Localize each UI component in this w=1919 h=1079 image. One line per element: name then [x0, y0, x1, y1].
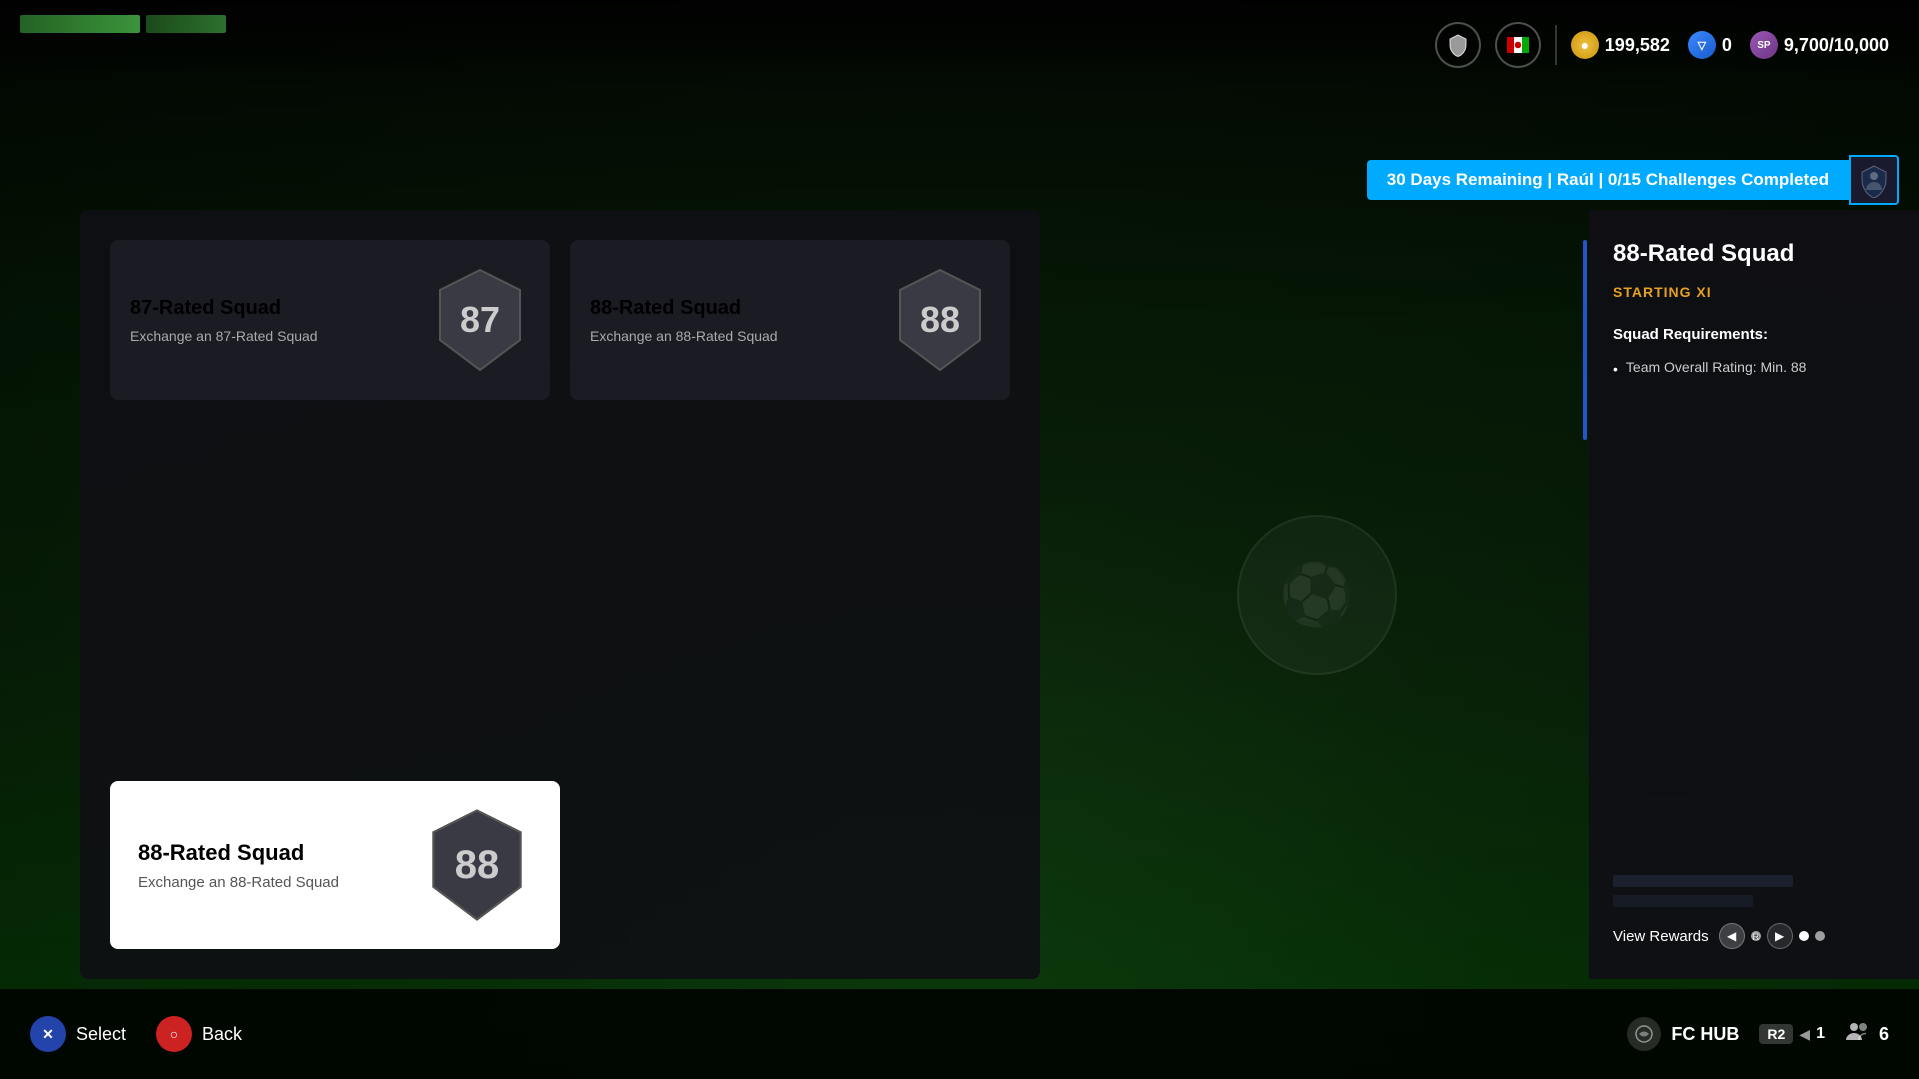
users-count: 6 [1845, 1020, 1889, 1048]
bottom-right: FC HUB R2 ◀ 1 6 [1627, 1017, 1889, 1051]
req-text-0: Team Overall Rating: Min. 88 [1626, 359, 1807, 375]
bottom-controls: ✕ Select ○ Back [30, 1016, 242, 1052]
selected-squad-info: 88-Rated Squad Exchange an 88-Rated Squa… [138, 840, 339, 891]
r2-nav-left: ◀ [1799, 1026, 1810, 1043]
green-bar-2 [146, 15, 226, 33]
nav-dot-1 [1799, 931, 1809, 941]
back-label: Back [202, 1024, 242, 1045]
currency-divider [1555, 25, 1557, 65]
sp-value: 9,700/10,000 [1784, 35, 1889, 56]
users-icon [1845, 1020, 1871, 1048]
selected-squad-subtitle: Exchange an 88-Rated Squad [138, 874, 339, 891]
points-currency: ▽ 0 [1688, 31, 1732, 59]
challenge-avatar [1849, 155, 1899, 205]
top-bar-left [20, 15, 226, 33]
bottom-bar: ✕ Select ○ Back FC HUB R2 ◀ 1 [0, 989, 1919, 1079]
rating-badge-selected: 88 [422, 805, 532, 925]
shield-icon-btn[interactable] [1435, 22, 1481, 68]
req-bullet: • [1613, 361, 1618, 377]
detail-req-item-0: • Team Overall Rating: Min. 88 [1613, 359, 1895, 377]
sp-icon: SP [1750, 31, 1778, 59]
detail-spacer [1613, 393, 1895, 859]
coins-currency: ● 199,582 [1571, 31, 1670, 59]
squad-card-88-top-title: 88-Rated Squad [590, 297, 778, 320]
rating-badge-88-top: 88 [890, 265, 990, 375]
scrollbar-thumb [1583, 240, 1587, 440]
select-label: Select [76, 1024, 126, 1045]
squad-card-87[interactable]: 87-Rated Squad Exchange an 87-Rated Squa… [110, 240, 550, 400]
squad-card-87-info: 87-Rated Squad Exchange an 87-Rated Squa… [130, 297, 318, 344]
back-btn[interactable]: ○ Back [156, 1016, 242, 1052]
selected-squad-card[interactable]: 88-Rated Squad Exchange an 88-Rated Squa… [110, 781, 560, 949]
o-button-icon: ○ [156, 1016, 192, 1052]
sp-currency: SP 9,700/10,000 [1750, 31, 1889, 59]
fc-hub-icon [1627, 1017, 1661, 1051]
detail-panel: 88-Rated Squad STARTING XI Squad Require… [1589, 210, 1919, 979]
r-label: R [1751, 931, 1761, 941]
detail-panel-subtitle: STARTING XI [1613, 284, 1895, 300]
points-value: 0 [1722, 35, 1732, 56]
view-rewards-text: View Rewards [1613, 928, 1709, 945]
users-count-value: 6 [1879, 1024, 1889, 1045]
challenge-banner: 30 Days Remaining | Raúl | 0/15 Challeng… [1367, 155, 1899, 205]
rating-number-88-top: 88 [920, 299, 960, 341]
cards-grid: 87-Rated Squad Exchange an 87-Rated Squa… [110, 240, 1010, 400]
flag-icon-btn[interactable] [1495, 22, 1541, 68]
top-bar-right: ● 199,582 ▽ 0 SP 9,700/10,000 [1435, 22, 1889, 68]
panel-scrollbar [1581, 210, 1589, 979]
fc-hub-label: FC HUB [1671, 1024, 1739, 1045]
watermark-circle: ⚽ [1237, 515, 1397, 675]
rating-badge-87: 87 [430, 265, 530, 375]
coins-value: 199,582 [1605, 35, 1670, 56]
squad-card-88-top-info: 88-Rated Squad Exchange an 88-Rated Squa… [590, 297, 778, 344]
squad-card-87-title: 87-Rated Squad [130, 297, 318, 320]
r2-label: R2 [1759, 1024, 1793, 1044]
select-btn[interactable]: ✕ Select [30, 1016, 126, 1052]
detail-panel-title: 88-Rated Squad [1613, 240, 1895, 268]
challenge-text: 30 Days Remaining | Raúl | 0/15 Challeng… [1367, 160, 1849, 200]
squad-card-87-subtitle: Exchange an 87-Rated Squad [130, 328, 318, 344]
fc-hub[interactable]: FC HUB [1627, 1017, 1739, 1051]
squad-card-88-top[interactable]: 88-Rated Squad Exchange an 88-Rated Squa… [570, 240, 1010, 400]
rating-number-87: 87 [460, 299, 500, 341]
v-icon: ▽ [1688, 31, 1716, 59]
view-rewards[interactable]: View Rewards ◀ R ▶ [1613, 923, 1895, 949]
main-panel: 87-Rated Squad Exchange an 87-Rated Squa… [80, 210, 1040, 979]
top-bar: ● 199,582 ▽ 0 SP 9,700/10,000 [0, 0, 1919, 90]
reward-nav-right[interactable]: ▶ [1767, 923, 1793, 949]
green-bar-1 [20, 15, 140, 33]
detail-section-title: Squad Requirements: [1613, 326, 1895, 343]
r2-count: 1 [1816, 1025, 1825, 1043]
selected-squad-title: 88-Rated Squad [138, 840, 339, 866]
currency-group: ● 199,582 ▽ 0 SP 9,700/10,000 [1571, 31, 1889, 59]
coin-icon: ● [1571, 31, 1599, 59]
r2-btn[interactable]: R2 ◀ 1 [1759, 1024, 1825, 1044]
squad-card-88-top-subtitle: Exchange an 88-Rated Squad [590, 328, 778, 344]
selected-card-row: 88-Rated Squad Exchange an 88-Rated Squa… [110, 781, 1010, 949]
detail-extra-info [1613, 875, 1895, 907]
reward-nav: ◀ R ▶ [1719, 923, 1825, 949]
nav-dot-2 [1815, 931, 1825, 941]
reward-nav-left[interactable]: ◀ [1719, 923, 1745, 949]
watermark-area: ⚽ [1050, 210, 1583, 979]
x-button-icon: ✕ [30, 1016, 66, 1052]
rating-number-selected: 88 [455, 843, 500, 888]
